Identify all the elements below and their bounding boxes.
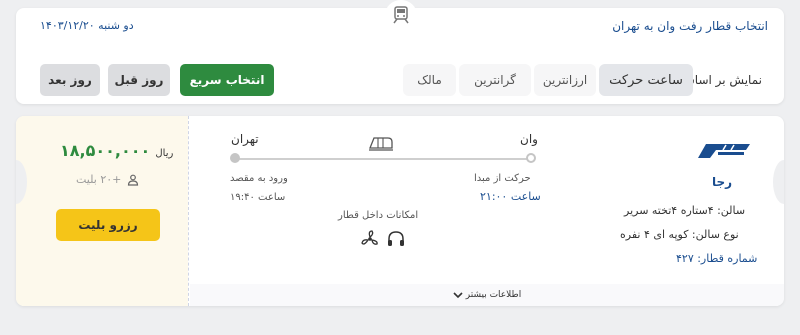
train-icon xyxy=(385,0,417,30)
next-day-button[interactable]: روز بعد xyxy=(40,64,100,96)
chevron-down-icon xyxy=(453,292,463,299)
ticket-divider xyxy=(188,116,189,306)
price-panel: ریال ۱۸,۵۰۰,۰۰۰ +۲۰ بلیت رزرو بلیت xyxy=(16,116,188,306)
reserve-button[interactable]: رزرو بلیت xyxy=(56,209,160,241)
wagon-class: سالن: ۴ستاره ۴تخته سریر xyxy=(624,204,746,217)
arrival-label: ورود به مقصد xyxy=(230,173,288,184)
destination-city: تهران xyxy=(231,132,259,146)
travel-date: دو شنبه ۱۴۰۳/۱۲/۲۰ xyxy=(40,19,134,32)
sort-option-cheapest[interactable]: ارزانترین xyxy=(534,64,596,96)
fan-icon xyxy=(361,230,378,245)
ticket-notch-right xyxy=(773,160,784,204)
raja-logo xyxy=(696,140,752,166)
origin-city: وان xyxy=(520,132,538,146)
route-line xyxy=(236,158,532,160)
sort-option-owner[interactable]: مالک xyxy=(403,64,456,96)
destination-dot xyxy=(230,153,240,163)
arrival-time: ساعت ۱۹:۴۰ xyxy=(230,192,286,203)
company-name: رجا xyxy=(712,175,733,189)
origin-dot xyxy=(526,153,536,163)
wagon-type: نوع سالن: کوپه ای ۴ نفره xyxy=(620,228,739,241)
departure-label: حرکت از مبدا xyxy=(474,173,531,184)
price-amount: ۱۸,۵۰۰,۰۰۰ xyxy=(60,141,151,160)
more-info-label: اطلاعات بیشتر xyxy=(465,290,522,300)
headphones-icon xyxy=(388,231,404,246)
train-number: شماره قطار: ۴۲۷ xyxy=(676,252,758,265)
more-info-toggle[interactable]: اطلاعات بیشتر xyxy=(190,284,784,306)
train-result-card: ریال ۱۸,۵۰۰,۰۰۰ +۲۰ بلیت رزرو بلیت وان ت… xyxy=(16,116,784,306)
amenities-label: امکانات داخل قطار xyxy=(338,210,419,221)
price-currency: ریال xyxy=(155,148,174,159)
ticket-price: ریال ۱۸,۵۰۰,۰۰۰ xyxy=(60,141,176,160)
sort-option-most-expensive[interactable]: گرانترین xyxy=(459,64,531,96)
departure-time: ساعت ۲۱:۰۰ xyxy=(480,190,541,203)
train-icon xyxy=(368,134,394,156)
seats-count: +۲۰ بلیت xyxy=(76,173,122,186)
available-seats: +۲۰ بلیت xyxy=(76,173,139,186)
prev-day-button[interactable]: روز قبل xyxy=(108,64,170,96)
quick-select-button[interactable]: انتخاب سریع xyxy=(180,64,274,96)
sort-option-departure-time[interactable]: ساعت حرکت xyxy=(599,64,693,96)
page-title: انتخاب قطار رفت وان به تهران xyxy=(612,19,768,33)
user-icon xyxy=(128,174,139,186)
